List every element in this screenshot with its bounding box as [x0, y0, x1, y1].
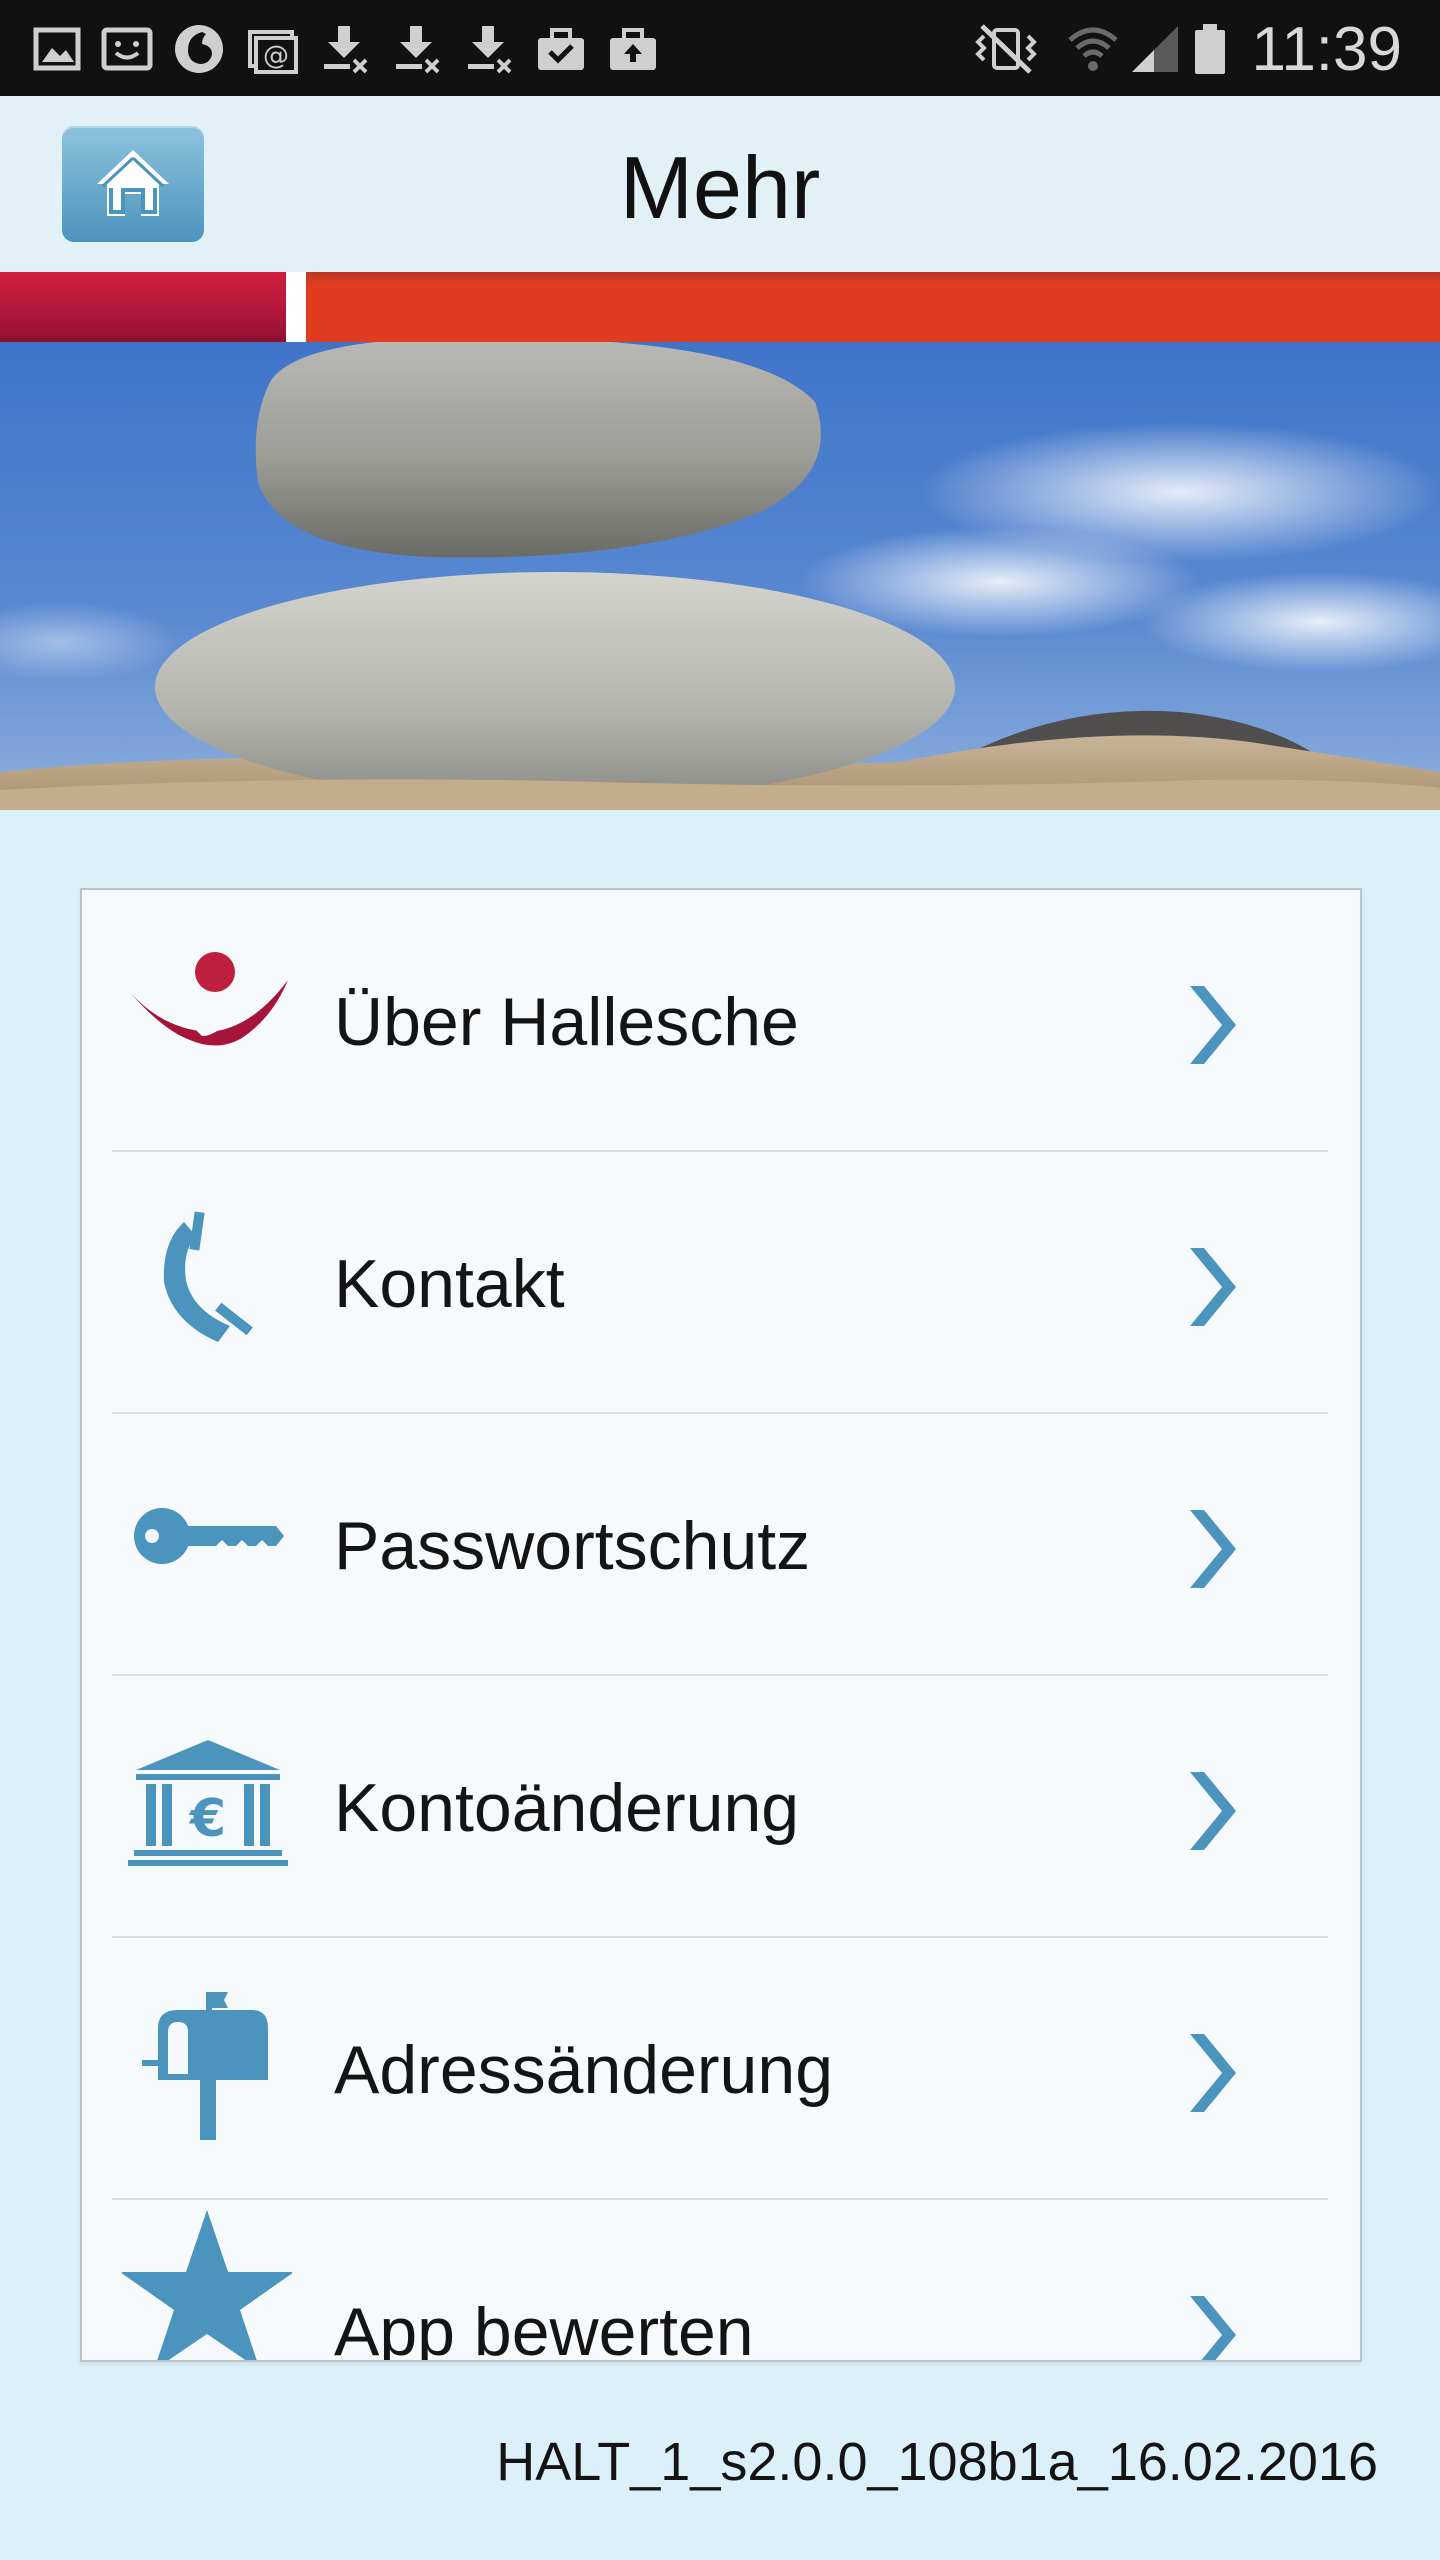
face-icon: [101, 27, 153, 71]
briefcase-icon: [538, 28, 584, 70]
download-icon: [324, 26, 368, 74]
menu-item-label: Über Hallesche: [334, 984, 799, 1060]
menu-item-label: Passwortschutz: [334, 1508, 811, 1584]
phone-icon: [163, 1211, 253, 1342]
chevron-right-icon: [1190, 2296, 1236, 2360]
menu-item-label: Adressänderung: [334, 2032, 834, 2108]
stripe-separator: [286, 272, 306, 342]
key-icon: [134, 1508, 284, 1564]
download-icon: [468, 26, 512, 74]
chevron-right-icon: [1190, 1772, 1236, 1850]
menu-item-adressaenderung[interactable]: Adressänderung: [82, 1938, 1360, 2200]
star-icon: [122, 2210, 292, 2360]
battery-icon: [1195, 24, 1225, 74]
stripe-orange-segment: [306, 272, 1440, 342]
brand-stripe: [0, 272, 1440, 342]
hero-image: [0, 342, 1440, 810]
version-text: HALT_1_s2.0.0_108b1a_16.02.2016: [496, 2432, 1378, 2492]
menu-item-kontoaenderung[interactable]: € Kontoänderung: [82, 1676, 1360, 1938]
chevron-right-icon: [1190, 1510, 1236, 1588]
menu-item-app-bewerten[interactable]: App bewerten: [82, 2200, 1360, 2362]
page-title: Mehr: [619, 138, 821, 237]
menu-item-label: Kontakt: [334, 1246, 565, 1322]
wifi-icon: [1068, 27, 1118, 71]
svg-text:€: €: [189, 1789, 226, 1849]
signal-icon: [1132, 26, 1178, 72]
menu-list: Über Hallesche Kontakt Passwortschutz € …: [80, 888, 1362, 2362]
stripe-dark-segment: [0, 272, 286, 342]
menu-item-label: App bewerten: [334, 2294, 754, 2362]
status-bar: @ 11:39: [0, 0, 1440, 96]
vodafone-icon: [175, 25, 223, 73]
image-icon: [33, 27, 81, 71]
hallesche-logo-icon: [126, 952, 288, 1046]
status-time: 11:39: [1251, 15, 1402, 84]
menu-item-passwortschutz[interactable]: Passwortschutz: [82, 1414, 1360, 1676]
app-header: Mehr: [0, 96, 1440, 272]
email-at-icon: @: [248, 30, 298, 74]
svg-text:@: @: [263, 41, 289, 71]
briefcase-upload-icon: [610, 28, 656, 70]
mailbox-icon: [142, 1992, 268, 2140]
menu-item-ueber-hallesche[interactable]: Über Hallesche: [82, 890, 1360, 1152]
menu-item-label: Kontoänderung: [334, 1770, 800, 1846]
chevron-right-icon: [1190, 986, 1236, 1064]
download-icon: [396, 26, 440, 74]
bank-euro-icon: €: [128, 1740, 288, 1866]
vibrate-mute-icon: [975, 24, 1037, 74]
menu-item-kontakt[interactable]: Kontakt: [82, 1152, 1360, 1414]
chevron-right-icon: [1190, 1248, 1236, 1326]
chevron-right-icon: [1190, 2034, 1236, 2112]
